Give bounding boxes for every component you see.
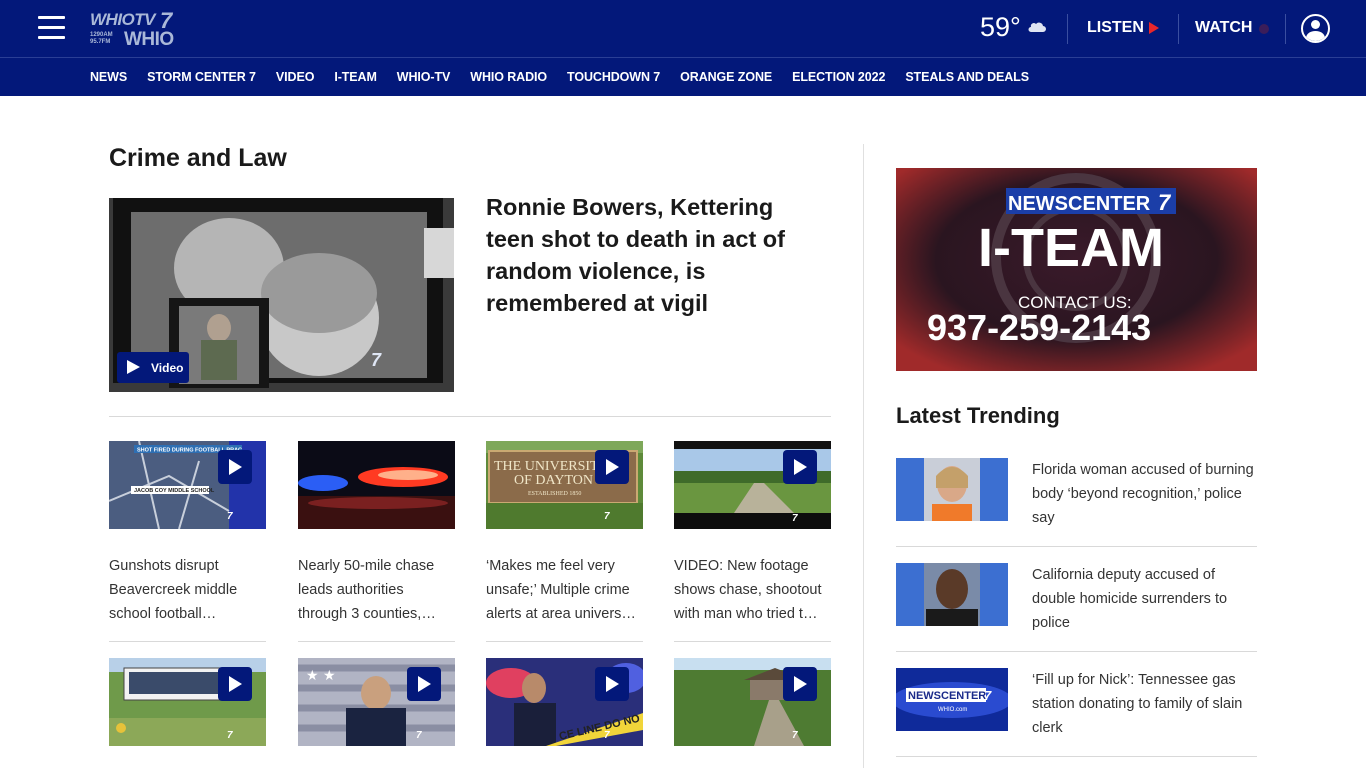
watch-button[interactable]: WATCH: [1195, 19, 1252, 37]
live-dot-icon: [1259, 24, 1269, 34]
thumb-sub: WHIO.com: [938, 707, 967, 713]
thumb-brand: NEWSCENTER: [908, 690, 986, 702]
temperature[interactable]: 59°: [980, 12, 1021, 43]
divider: [896, 651, 1257, 652]
nav-whio-tv[interactable]: WHIO-TV: [397, 70, 451, 84]
nav-orange-zone[interactable]: ORANGE ZONE: [680, 70, 772, 84]
divider: [298, 641, 455, 642]
divider: [109, 641, 266, 642]
play-icon[interactable]: [218, 450, 252, 484]
story-title[interactable]: Nearly 50-mile chase leads authorities t…: [298, 554, 455, 626]
divider: [486, 641, 643, 642]
svg-text:7: 7: [227, 511, 233, 522]
svg-text:7: 7: [416, 730, 422, 741]
trending-title[interactable]: Florida woman accused of burning body ‘b…: [1032, 458, 1257, 530]
story-thumbnail[interactable]: [298, 441, 455, 529]
page-title: Crime and Law: [109, 144, 287, 172]
trending-item[interactable]: NEWSCENTER 7 WHIO.com ‘Fill up for Nick’…: [896, 668, 1257, 768]
section-nav: NEWS STORM CENTER 7 VIDEO I-TEAM WHIO-TV…: [0, 57, 1366, 96]
trending-thumbnail[interactable]: NEWSCENTER 7 WHIO.com: [896, 668, 1008, 731]
nav-video[interactable]: VIDEO: [276, 70, 315, 84]
divider: [896, 546, 1257, 547]
svg-text:7: 7: [792, 513, 798, 524]
header-divider: [1067, 14, 1068, 44]
trending-item[interactable]: California deputy accused of double homi…: [896, 563, 1257, 668]
svg-text:7: 7: [227, 730, 233, 741]
ad-brand: NEWSCENTER: [1008, 193, 1151, 215]
svg-text:7: 7: [604, 511, 610, 522]
menu-icon[interactable]: [38, 16, 65, 40]
column-divider: [863, 144, 864, 768]
thumb-text: THE UNIVERSITY: [494, 459, 609, 474]
top-header: WHIOTV 7 1290AM 95.7FM WHIO 59° LISTEN WA…: [0, 0, 1366, 57]
lead-headline[interactable]: Ronnie Bowers, Kettering teen shot to de…: [486, 191, 816, 319]
thumb-text: JACOB COY MIDDLE SCHOOL: [134, 488, 215, 494]
thumb-text: OF DAYTON: [514, 473, 593, 488]
nav-i-team[interactable]: I-TEAM: [334, 70, 377, 84]
nav-touchdown-7[interactable]: TOUCHDOWN 7: [567, 70, 660, 84]
divider: [674, 641, 831, 642]
divider: [109, 416, 831, 417]
play-icon[interactable]: [783, 450, 817, 484]
cloud-icon: [1028, 22, 1046, 32]
thumb-brand-number: 7: [984, 688, 992, 703]
nav-news[interactable]: NEWS: [90, 70, 127, 84]
story-title[interactable]: Gunshots disrupt Beavercreek middle scho…: [109, 554, 266, 626]
svg-text:7: 7: [792, 730, 798, 741]
ad-team: I-TEAM: [978, 218, 1164, 278]
thumb-text: ESTABLISHED 1850: [528, 491, 581, 497]
logo-top-text: WHIOTV: [90, 10, 156, 29]
svg-text:7: 7: [371, 350, 382, 370]
trending-thumbnail[interactable]: [896, 563, 1008, 626]
play-icon: [127, 360, 140, 374]
logo-bottom-text: WHIO: [124, 29, 174, 50]
svg-text:★ ★: ★ ★: [306, 668, 336, 684]
trending-title[interactable]: California deputy accused of double homi…: [1032, 563, 1257, 635]
play-icon[interactable]: [595, 450, 629, 484]
trending-title[interactable]: ‘Fill up for Nick’: Tennessee gas statio…: [1032, 668, 1257, 740]
play-icon[interactable]: [407, 667, 441, 701]
listen-button[interactable]: LISTEN: [1087, 19, 1144, 37]
story-title[interactable]: VIDEO: New footage shows chase, shootout…: [674, 554, 831, 626]
play-icon[interactable]: [218, 667, 252, 701]
trending-heading: Latest Trending: [896, 403, 1060, 428]
i-team-ad[interactable]: NEWSCENTER 7 I-TEAM CONTACT US: 937-259-…: [896, 168, 1257, 371]
logo-frequency: 1290AM 95.7FM: [90, 32, 113, 45]
play-icon[interactable]: [1149, 22, 1159, 34]
whio-logo[interactable]: WHIOTV 7 1290AM 95.7FM WHIO: [90, 8, 185, 50]
nav-whio-radio[interactable]: WHIO RADIO: [470, 70, 547, 84]
play-icon[interactable]: [595, 667, 629, 701]
user-account-icon[interactable]: [1301, 14, 1330, 43]
nav-storm-center-7[interactable]: STORM CENTER 7: [147, 70, 256, 84]
ad-phone: 937-259-2143: [927, 307, 1151, 348]
trending-thumbnail[interactable]: [896, 458, 1008, 521]
nav-election-2022[interactable]: ELECTION 2022: [792, 70, 885, 84]
trending-item[interactable]: Florida woman accused of burning body ‘b…: [896, 458, 1257, 563]
ad-brand-number: 7: [1158, 190, 1172, 215]
header-divider: [1178, 14, 1179, 44]
header-divider: [1285, 14, 1286, 44]
svg-text:7: 7: [604, 730, 610, 741]
play-icon[interactable]: [783, 667, 817, 701]
divider: [896, 756, 1257, 757]
video-badge-label: Video: [151, 361, 184, 375]
nav-steals-and-deals[interactable]: STEALS AND DEALS: [905, 70, 1029, 84]
story-title[interactable]: ‘Makes me feel very unsafe;’ Multiple cr…: [486, 554, 643, 626]
video-badge[interactable]: Video: [117, 352, 189, 383]
